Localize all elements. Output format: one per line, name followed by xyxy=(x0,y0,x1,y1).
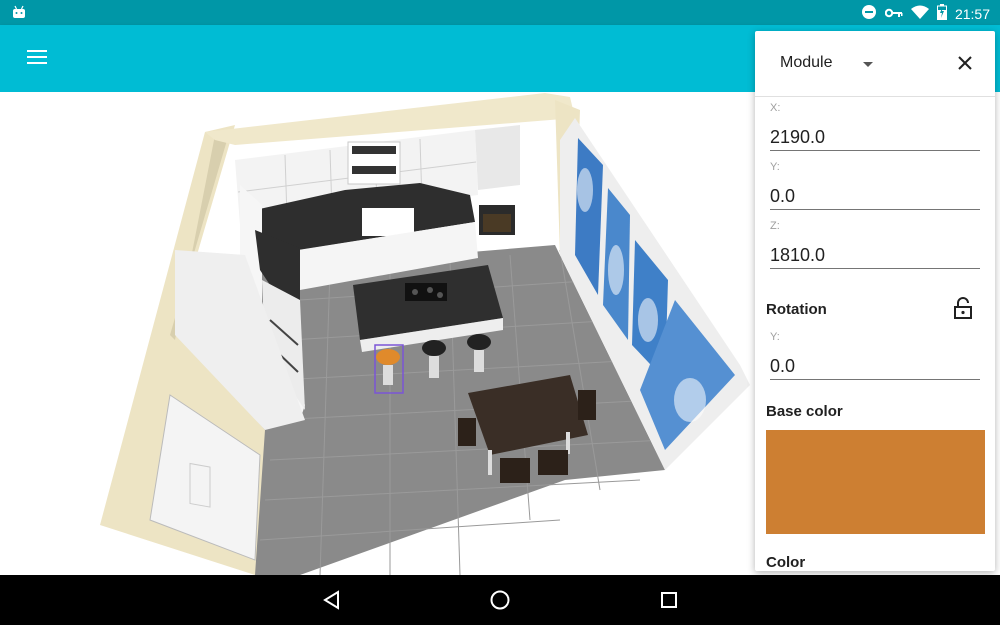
base-color-title: Base color xyxy=(766,403,843,420)
rotation-y-label: Y: xyxy=(770,331,780,343)
z-input[interactable] xyxy=(770,239,980,269)
android-icon xyxy=(12,5,26,24)
y-label: Y: xyxy=(770,161,780,173)
module-dropdown[interactable]: Module xyxy=(780,54,832,72)
module-dropdown-label: Module xyxy=(780,54,833,71)
vpn-key-icon xyxy=(884,6,903,22)
y-input[interactable] xyxy=(770,180,980,210)
battery-charging-icon xyxy=(936,4,947,23)
lock-open-icon[interactable] xyxy=(953,297,973,319)
status-time: 21:57 xyxy=(954,5,990,22)
hamburger-menu-icon[interactable] xyxy=(27,50,47,66)
status-bar: 21:57 xyxy=(0,0,1000,25)
do-not-disturb-icon xyxy=(861,4,877,23)
rotation-y-input[interactable] xyxy=(770,350,980,380)
rotation-title: Rotation xyxy=(766,301,827,318)
x-input[interactable] xyxy=(770,121,980,151)
navigation-bar xyxy=(0,575,1000,625)
panel-header: Module xyxy=(755,31,995,97)
base-color-swatch[interactable] xyxy=(766,430,985,534)
dropdown-arrow-icon[interactable] xyxy=(863,62,873,67)
color-title: Color xyxy=(766,554,806,571)
home-icon[interactable] xyxy=(488,588,512,612)
module-properties-panel: Module X: Y: Z: Rotation Y: Base color C… xyxy=(755,31,995,571)
z-label: Z: xyxy=(770,220,780,232)
x-label: X: xyxy=(770,102,781,114)
recents-icon[interactable] xyxy=(657,588,681,612)
wifi-icon xyxy=(910,5,929,22)
close-icon[interactable] xyxy=(956,54,974,72)
back-icon[interactable] xyxy=(320,588,344,612)
